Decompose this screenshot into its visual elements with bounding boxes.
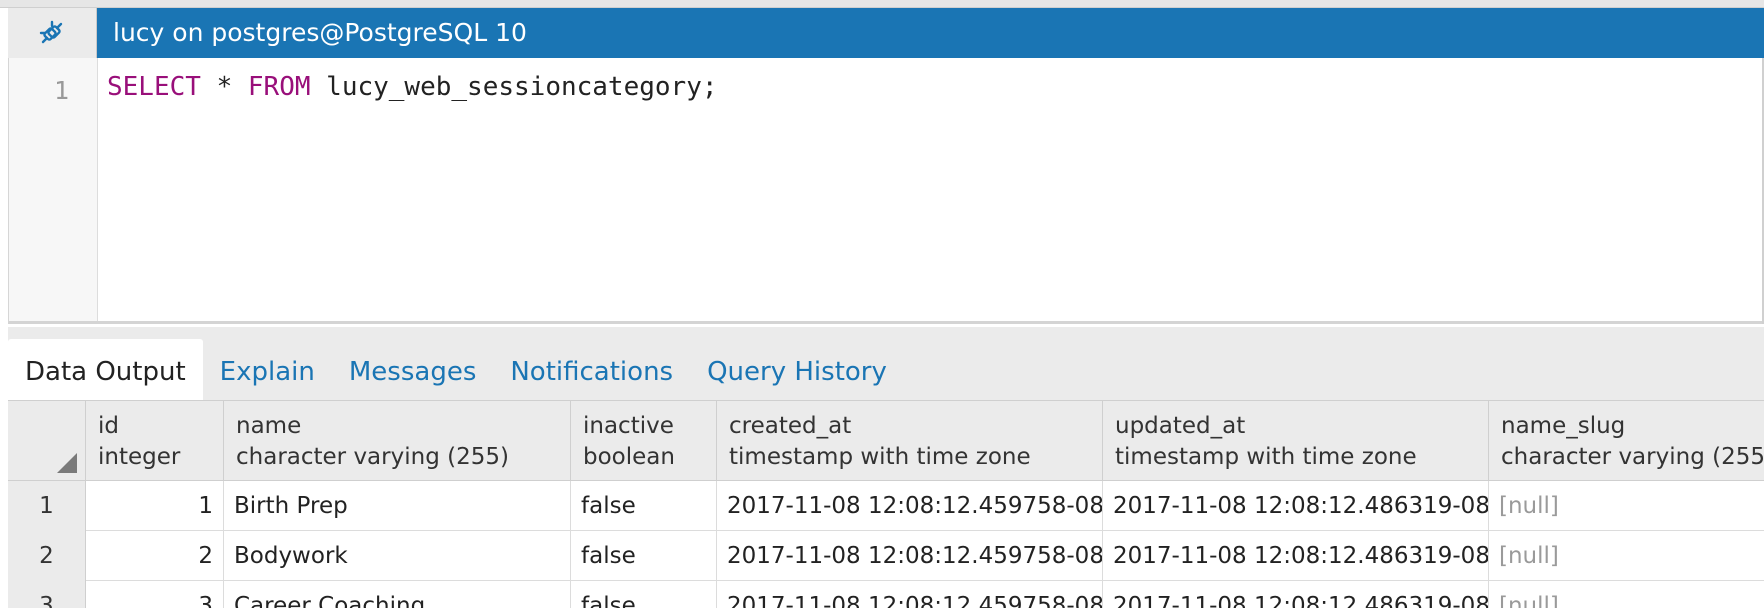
column-name: name_slug — [1501, 413, 1626, 439]
cell-updated-at[interactable]: 2017-11-08 12:08:12.486319-08 — [1103, 581, 1489, 608]
column-header-updated-at[interactable]: updated_at timestamp with time zone — [1103, 401, 1489, 481]
column-header-name[interactable]: name character varying (255) — [224, 401, 571, 481]
cell-id[interactable]: 1 — [86, 481, 224, 531]
table-row[interactable]: 1 1 Birth Prep false 2017-11-08 12:08:12… — [8, 481, 1764, 531]
corner-triangle-icon — [57, 453, 77, 473]
column-type: character varying (255) — [1501, 444, 1764, 470]
cell-id[interactable]: 2 — [86, 531, 224, 581]
cell-inactive[interactable]: false — [571, 531, 717, 581]
row-number[interactable]: 3 — [8, 581, 86, 608]
column-header-created-at[interactable]: created_at timestamp with time zone — [717, 401, 1103, 481]
column-name: id — [98, 413, 119, 439]
column-type: integer — [98, 444, 181, 470]
tab-notifications[interactable]: Notifications — [493, 339, 690, 400]
tab-explain[interactable]: Explain — [203, 339, 332, 400]
code-star: * — [200, 72, 248, 102]
column-name: updated_at — [1115, 413, 1246, 439]
line-gutter: 1 — [9, 58, 98, 321]
tab-data-output[interactable]: Data Output — [8, 339, 203, 400]
table-row[interactable]: 3 3 Career Coaching false 2017-11-08 12:… — [8, 581, 1764, 608]
column-name: name — [236, 413, 302, 439]
cell-name-slug[interactable]: [null] — [1489, 581, 1764, 608]
results-panel: Data Output Explain Messages Notificatio… — [8, 327, 1764, 608]
code-line[interactable]: SELECT * FROM lucy_web_sessioncategory; — [107, 72, 718, 102]
cell-created-at[interactable]: 2017-11-08 12:08:12.459758-08 — [717, 531, 1103, 581]
cell-created-at[interactable]: 2017-11-08 12:08:12.459758-08 — [717, 581, 1103, 608]
column-name: inactive — [583, 413, 674, 439]
column-header-id[interactable]: id integer — [86, 401, 224, 481]
column-header-inactive[interactable]: inactive boolean — [571, 401, 717, 481]
cell-name-slug[interactable]: [null] — [1489, 531, 1764, 581]
column-name: created_at — [729, 413, 852, 439]
cell-created-at[interactable]: 2017-11-08 12:08:12.459758-08 — [717, 481, 1103, 531]
tab-messages[interactable]: Messages — [332, 339, 494, 400]
cell-inactive[interactable]: false — [571, 581, 717, 608]
tab-query-history[interactable]: Query History — [690, 339, 904, 400]
cell-name[interactable]: Bodywork — [224, 531, 571, 581]
cell-id[interactable]: 3 — [86, 581, 224, 608]
query-tool-window: lucy on postgres@PostgreSQL 10 1 SELECT … — [0, 0, 1764, 608]
cell-updated-at[interactable]: 2017-11-08 12:08:12.486319-08 — [1103, 481, 1489, 531]
connection-bar[interactable]: lucy on postgres@PostgreSQL 10 — [8, 8, 1764, 58]
data-grid[interactable]: id integer name character varying (255) … — [8, 400, 1764, 608]
code-table-name: lucy_web_sessioncategory; — [310, 72, 718, 102]
grid-header: id integer name character varying (255) … — [8, 401, 1764, 481]
top-strip — [0, 0, 1764, 8]
column-type: timestamp with time zone — [1115, 444, 1417, 470]
connection-title: lucy on postgres@PostgreSQL 10 — [113, 18, 527, 47]
results-tabs: Data Output Explain Messages Notificatio… — [8, 339, 904, 400]
row-number[interactable]: 2 — [8, 531, 86, 581]
cell-updated-at[interactable]: 2017-11-08 12:08:12.486319-08 — [1103, 531, 1489, 581]
sql-editor[interactable]: 1 SELECT * FROM lucy_web_sessioncategory… — [8, 58, 1764, 324]
keyword-from: FROM — [247, 72, 311, 102]
connection-plug-icon — [39, 20, 63, 44]
keyword-select: SELECT — [107, 72, 201, 102]
column-type: boolean — [583, 444, 675, 470]
table-row[interactable]: 2 2 Bodywork false 2017-11-08 12:08:12.4… — [8, 531, 1764, 581]
connection-status-button[interactable] — [8, 8, 97, 58]
column-type: character varying (255) — [236, 444, 509, 470]
column-header-name-slug[interactable]: name_slug character varying (255) — [1489, 401, 1764, 481]
column-type: timestamp with time zone — [729, 444, 1031, 470]
cell-inactive[interactable]: false — [571, 481, 717, 531]
cell-name-slug[interactable]: [null] — [1489, 481, 1764, 531]
select-all-corner[interactable] — [8, 401, 86, 481]
row-number[interactable]: 1 — [8, 481, 86, 531]
cell-name[interactable]: Birth Prep — [224, 481, 571, 531]
cell-name[interactable]: Career Coaching — [224, 581, 571, 608]
line-number: 1 — [53, 76, 69, 105]
